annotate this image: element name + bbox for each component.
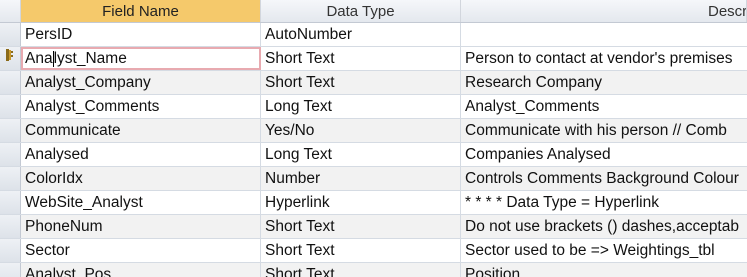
field-name-cell[interactable]: PersID <box>21 23 261 46</box>
select-all-corner[interactable] <box>0 0 21 22</box>
table-row[interactable]: Sector Short Text Sector used to be => W… <box>0 239 747 263</box>
table-row[interactable]: PhoneNum Short Text Do not use brackets … <box>0 215 747 239</box>
row-selector[interactable] <box>0 167 21 190</box>
data-type-cell[interactable]: Short Text <box>261 71 461 94</box>
row-selector[interactable] <box>0 119 21 142</box>
table-row[interactable]: PersID AutoNumber <box>0 23 747 47</box>
field-name-cell[interactable]: PhoneNum <box>21 215 261 238</box>
table-design-grid: Field Name Data Type Descri PersID AutoN… <box>0 0 747 277</box>
description-cell[interactable]: * * * * Data Type = Hyperlink <box>461 191 747 214</box>
data-type-cell[interactable]: Long Text <box>261 143 461 166</box>
data-type-cell[interactable]: AutoNumber <box>261 23 461 46</box>
field-name-cell[interactable]: Communicate <box>21 119 261 142</box>
table-row[interactable]: Communicate Yes/No Communicate with his … <box>0 119 747 143</box>
row-selector[interactable] <box>0 191 21 214</box>
description-cell[interactable]: Person to contact at vendor's premises <box>461 47 747 70</box>
description-cell[interactable]: Companies Analysed <box>461 143 747 166</box>
row-selector[interactable] <box>0 239 21 262</box>
field-name-text-before-caret: Ana <box>25 49 53 67</box>
row-selector[interactable] <box>0 143 21 166</box>
column-header-row: Field Name Data Type Descri <box>0 0 747 23</box>
data-type-cell[interactable]: Short Text <box>261 47 461 70</box>
table-row[interactable]: Analyst_Pos Short Text Position <box>0 263 747 277</box>
field-name-text-after-caret: lyst_Name <box>53 49 127 67</box>
field-name-cell[interactable]: Analyst_Pos <box>21 263 261 277</box>
table-row[interactable]: WebSite_Analyst Hyperlink * * * * Data T… <box>0 191 747 215</box>
data-type-cell[interactable]: Short Text <box>261 239 461 262</box>
column-header-field-name[interactable]: Field Name <box>21 0 261 22</box>
field-name-cell[interactable]: Analyst_Company <box>21 71 261 94</box>
description-cell[interactable]: Do not use brackets () dashes,acceptab <box>461 215 747 238</box>
description-cell[interactable]: Sector used to be => Weightings_tbl <box>461 239 747 262</box>
row-selector[interactable] <box>0 215 21 238</box>
data-type-cell[interactable]: Long Text <box>261 95 461 118</box>
column-header-data-type[interactable]: Data Type <box>261 0 461 22</box>
description-cell[interactable]: Communicate with his person // Comb <box>461 119 747 142</box>
field-name-cell[interactable]: ColorIdx <box>21 167 261 190</box>
table-row[interactable]: Analyst_Company Short Text Research Comp… <box>0 71 747 95</box>
table-row[interactable]: Analysed Long Text Companies Analysed <box>0 143 747 167</box>
row-selector[interactable] <box>0 71 21 94</box>
table-row-active[interactable]: Ana lyst_Name Short Text Person to contac… <box>0 47 747 71</box>
data-type-cell[interactable]: Short Text <box>261 215 461 238</box>
data-type-cell[interactable]: Hyperlink <box>261 191 461 214</box>
description-cell[interactable]: Research Company <box>461 71 747 94</box>
row-selector[interactable] <box>0 263 21 277</box>
description-cell[interactable]: Position <box>461 263 747 277</box>
description-cell[interactable]: Analyst_Comments <box>461 95 747 118</box>
row-selector[interactable] <box>0 23 21 46</box>
field-name-cell[interactable]: Analysed <box>21 143 261 166</box>
table-row[interactable]: Analyst_Comments Long Text Analyst_Comme… <box>0 95 747 119</box>
description-cell[interactable]: Controls Comments Background Colour <box>461 167 747 190</box>
data-type-cell[interactable]: Short Text <box>261 263 461 277</box>
description-cell[interactable] <box>461 23 747 46</box>
field-name-cell[interactable]: WebSite_Analyst <box>21 191 261 214</box>
row-selector[interactable] <box>0 95 21 118</box>
column-header-description[interactable]: Descri <box>461 0 747 22</box>
field-name-cell[interactable]: Sector <box>21 239 261 262</box>
data-type-cell[interactable]: Yes/No <box>261 119 461 142</box>
field-name-input[interactable]: Ana lyst_Name <box>21 47 261 70</box>
row-selector-active[interactable] <box>0 47 21 70</box>
field-name-cell[interactable]: Analyst_Comments <box>21 95 261 118</box>
row-selector-pencil-icon <box>6 49 13 61</box>
data-type-cell[interactable]: Number <box>261 167 461 190</box>
table-row[interactable]: ColorIdx Number Controls Comments Backgr… <box>0 167 747 191</box>
